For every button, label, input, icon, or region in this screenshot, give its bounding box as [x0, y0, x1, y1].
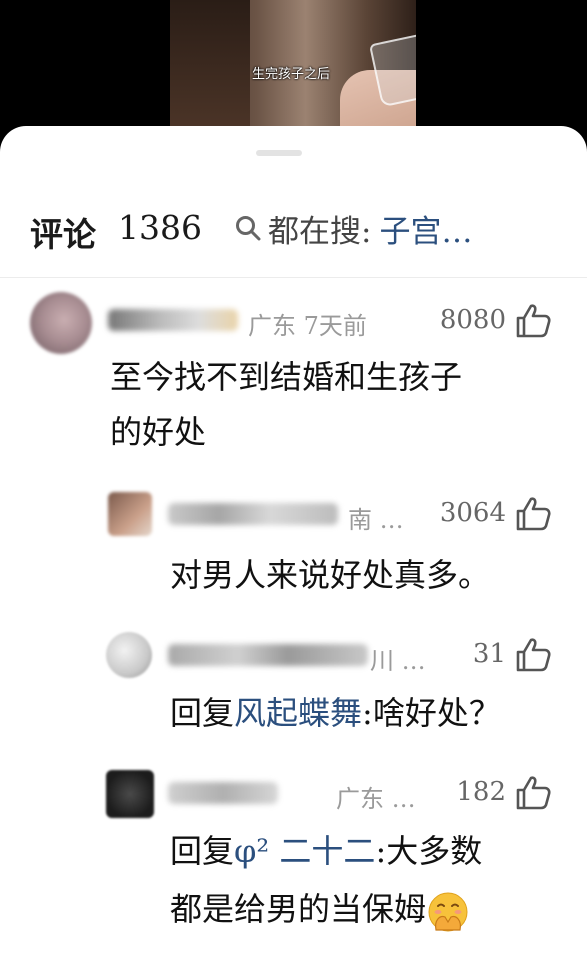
- comment-text-line: 回复φ² 二十二:大多数: [170, 824, 482, 879]
- video-caption: 生完孩子之后: [252, 67, 331, 82]
- comments-title: 评论: [30, 215, 96, 254]
- username-blurred[interactable]: [168, 644, 368, 666]
- search-label: 都在搜:: [268, 213, 372, 250]
- like-count: 8080: [439, 305, 506, 335]
- avatar[interactable]: [106, 632, 152, 678]
- reply-text: :啥好处？: [362, 694, 501, 732]
- reply-text: 都是给男的当保姆: [170, 890, 427, 928]
- thumbs-up-icon[interactable]: [514, 495, 552, 533]
- comment-region-time: 广东 7天前: [248, 312, 367, 340]
- comment-sheet: 评论 1386 都在搜: 子宫… 广东 7天前 8080 至今找不到结婚和生孩子…: [0, 126, 587, 960]
- thumbs-up-icon[interactable]: [514, 774, 552, 812]
- search-icon: [236, 216, 261, 241]
- thumbs-up-icon[interactable]: [514, 302, 552, 340]
- username-blurred[interactable]: [168, 503, 338, 525]
- comment-text-line: 都是给男的当保姆: [170, 882, 470, 937]
- comment-text-line: 回复风起蝶舞:啥好处？: [170, 686, 501, 741]
- reply-prefix: 回复: [170, 694, 235, 732]
- comment-text-line: 的好处: [110, 413, 207, 451]
- comment-region-time: 广东 …: [336, 785, 416, 813]
- hands-over-mouth-emoji-icon: [428, 892, 468, 931]
- comment-text-line: 至今找不到结婚和生孩子: [110, 358, 463, 396]
- reply-prefix: 回复: [170, 832, 235, 870]
- divider: [0, 277, 587, 278]
- avatar[interactable]: [30, 292, 92, 354]
- avatar[interactable]: [106, 770, 154, 818]
- like-count: 3064: [439, 498, 506, 528]
- comments-count: 1386: [118, 208, 202, 247]
- comment-region-time: 南 …: [348, 506, 404, 534]
- drag-handle[interactable]: [256, 150, 302, 156]
- comment-region-time: 川 …: [370, 647, 426, 675]
- username-blurred[interactable]: [108, 309, 238, 331]
- search-term-link[interactable]: 子宫…: [379, 206, 472, 251]
- like-count: 31: [472, 639, 506, 669]
- username-blurred[interactable]: [168, 782, 278, 804]
- trending-search[interactable]: 都在搜: 子宫…: [234, 206, 472, 251]
- like-count: 182: [456, 777, 506, 807]
- reply-text: :大多数: [375, 832, 483, 870]
- avatar[interactable]: [108, 492, 152, 536]
- reply-to-user-link[interactable]: 风起蝶舞: [234, 694, 362, 732]
- thumbs-up-icon[interactable]: [514, 636, 552, 674]
- comment-text-line: 对男人来说好处真多。: [170, 556, 491, 594]
- reply-to-user-link[interactable]: φ² 二十二: [234, 832, 375, 870]
